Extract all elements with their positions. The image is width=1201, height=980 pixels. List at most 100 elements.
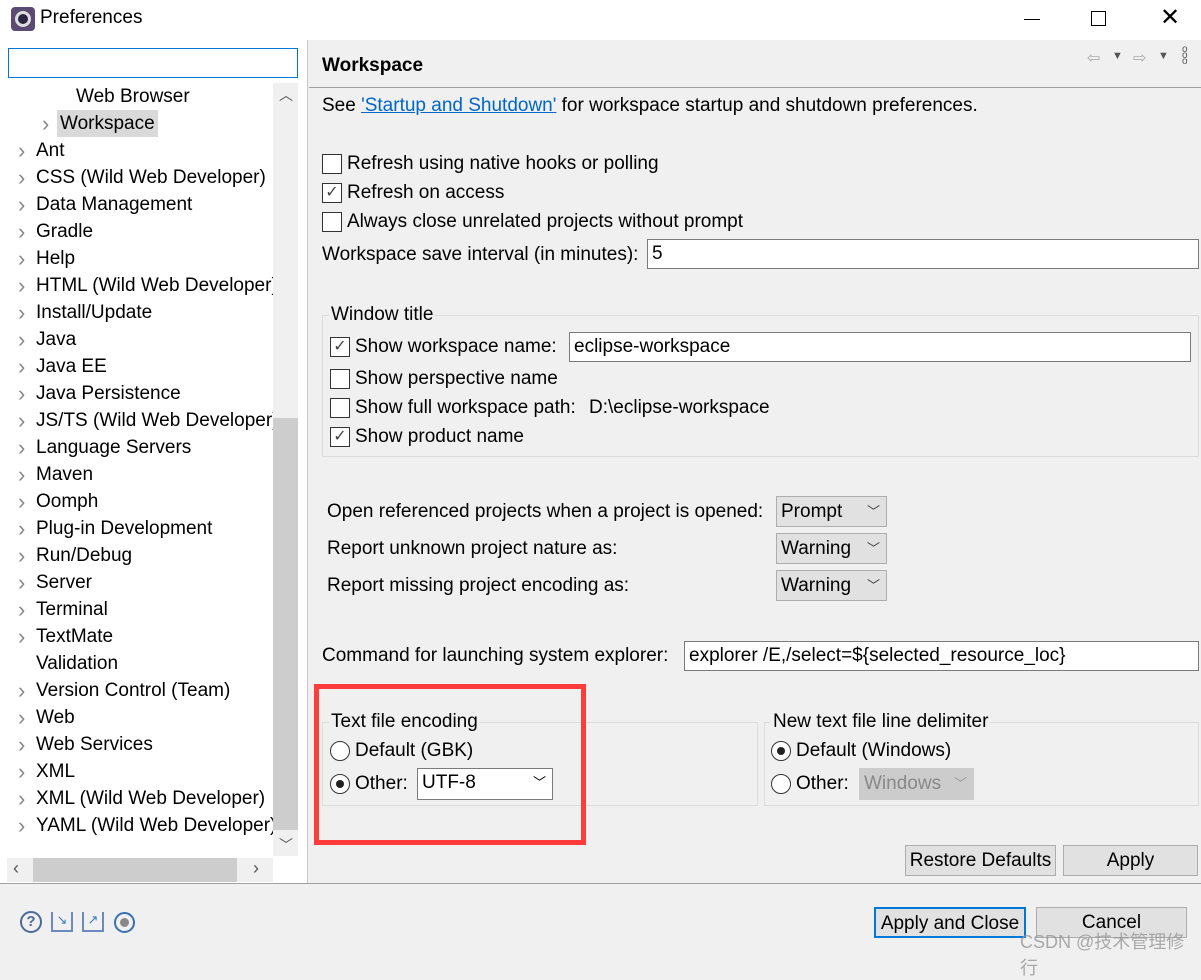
scrollbar-thumb[interactable] xyxy=(273,418,298,830)
tree-item[interactable]: › Help xyxy=(0,245,273,272)
maximize-icon[interactable] xyxy=(1091,11,1106,26)
hscrollbar-thumb[interactable] xyxy=(33,858,237,882)
expand-arrow-icon[interactable]: › xyxy=(18,515,25,542)
apply-and-close-button[interactable]: Apply and Close xyxy=(874,907,1026,938)
expand-arrow-icon[interactable]: › xyxy=(18,785,25,812)
tree-item[interactable]: › Web Services xyxy=(0,731,273,758)
show-workspace-name-checkbox[interactable]: ✓ xyxy=(330,337,350,357)
tree-item[interactable]: › Version Control (Team) xyxy=(0,677,273,704)
tree-item[interactable]: › Java EE xyxy=(0,353,273,380)
expand-arrow-icon[interactable]: › xyxy=(42,110,49,137)
delimiter-other-radio[interactable] xyxy=(771,774,791,794)
tree-item[interactable]: › Run/Debug xyxy=(0,542,273,569)
expand-arrow-icon[interactable]: › xyxy=(18,353,25,380)
expand-arrow-icon[interactable]: › xyxy=(18,164,25,191)
show-full-path-checkbox[interactable] xyxy=(330,398,350,418)
vertical-scrollbar[interactable]: ︿ ﹀ xyxy=(273,83,298,856)
forward-menu-icon[interactable]: ▼ xyxy=(1158,50,1169,62)
tree-item[interactable]: › XML xyxy=(0,758,273,785)
minimize-icon[interactable] xyxy=(1024,19,1040,20)
tree-item[interactable]: › Server xyxy=(0,569,273,596)
expand-arrow-icon[interactable]: › xyxy=(18,326,25,353)
back-menu-icon[interactable]: ▼ xyxy=(1112,50,1123,62)
expand-arrow-icon[interactable]: › xyxy=(18,137,25,164)
tree-item[interactable]: Web Browser xyxy=(0,83,273,110)
expand-arrow-icon[interactable]: › xyxy=(18,758,25,785)
unknown-nature-select[interactable]: Warning ﹀ xyxy=(776,533,887,564)
open-referenced-select[interactable]: Prompt ﹀ xyxy=(776,496,887,527)
more-options-icon[interactable]: ooo xyxy=(1182,45,1188,67)
help-icon[interactable]: ? xyxy=(20,911,42,933)
apply-button[interactable]: Apply xyxy=(1063,845,1198,876)
delimiter-default-label: Default (Windows) xyxy=(796,740,952,761)
show-product-checkbox[interactable]: ✓ xyxy=(330,427,350,447)
show-workspace-name-label: Show workspace name: xyxy=(355,336,557,357)
startup-shutdown-link[interactable]: 'Startup and Shutdown' xyxy=(361,95,556,116)
tree-item[interactable]: › Data Management xyxy=(0,191,273,218)
tree-item[interactable]: › Language Servers xyxy=(0,434,273,461)
forward-icon[interactable]: ⇨ xyxy=(1133,48,1146,68)
tree-item[interactable]: › Gradle xyxy=(0,218,273,245)
expand-arrow-icon[interactable]: › xyxy=(18,596,25,623)
tree-item[interactable]: › Ant xyxy=(0,137,273,164)
tree-item[interactable]: › YAML (Wild Web Developer) xyxy=(0,812,273,839)
expand-arrow-icon[interactable]: › xyxy=(18,299,25,326)
expand-arrow-icon[interactable]: › xyxy=(18,434,25,461)
tree-item[interactable]: › Web xyxy=(0,704,273,731)
always-close-checkbox[interactable] xyxy=(322,212,342,232)
tree-item-label: Web Browser xyxy=(76,86,190,107)
expand-arrow-icon[interactable]: › xyxy=(18,704,25,731)
tree-item[interactable]: › Oomph xyxy=(0,488,273,515)
tree-item[interactable]: › CSS (Wild Web Developer) xyxy=(0,164,273,191)
close-icon[interactable]: ✕ xyxy=(1160,4,1180,32)
explorer-cmd-label: Command for launching system explorer: xyxy=(322,645,669,666)
page-header: Workspace ⇦ ▼ ⇨ ▼ ooo xyxy=(309,42,1201,88)
expand-arrow-icon[interactable]: › xyxy=(18,245,25,272)
tree-item[interactable]: › Terminal xyxy=(0,596,273,623)
explorer-cmd-input[interactable]: explorer /E,/select=${selected_resource_… xyxy=(684,641,1199,671)
scroll-left-icon[interactable]: ‹ xyxy=(13,858,19,879)
tree-item[interactable]: › Maven xyxy=(0,461,273,488)
expand-arrow-icon[interactable]: › xyxy=(18,380,25,407)
tree-item[interactable]: › Install/Update xyxy=(0,299,273,326)
expand-arrow-icon[interactable]: › xyxy=(18,731,25,758)
tree-item[interactable]: › Java xyxy=(0,326,273,353)
tree-item[interactable]: › JS/TS (Wild Web Developer) xyxy=(0,407,273,434)
restore-defaults-button[interactable]: Restore Defaults xyxy=(905,845,1056,876)
delimiter-default-radio[interactable] xyxy=(771,741,791,761)
filter-input[interactable] xyxy=(8,48,298,78)
record-icon[interactable] xyxy=(114,912,135,933)
show-perspective-checkbox[interactable] xyxy=(330,369,350,389)
import-icon[interactable]: ↘ xyxy=(51,912,73,932)
tree-item[interactable]: › Plug-in Development xyxy=(0,515,273,542)
expand-arrow-icon[interactable]: › xyxy=(18,218,25,245)
expand-arrow-icon[interactable]: › xyxy=(18,623,25,650)
tree-item[interactable]: › Java Persistence xyxy=(0,380,273,407)
tree-item[interactable]: › TextMate xyxy=(0,623,273,650)
expand-arrow-icon[interactable]: › xyxy=(18,407,25,434)
save-interval-input[interactable]: 5 xyxy=(647,239,1199,269)
refresh-access-checkbox[interactable]: ✓ xyxy=(322,183,342,203)
scroll-right-icon[interactable]: › xyxy=(253,858,259,879)
workspace-name-input[interactable]: eclipse-workspace xyxy=(569,332,1191,362)
expand-arrow-icon[interactable]: › xyxy=(18,542,25,569)
expand-arrow-icon[interactable]: › xyxy=(18,272,25,299)
tree-item[interactable]: › XML (Wild Web Developer) xyxy=(0,785,273,812)
scroll-down-icon[interactable]: ﹀ xyxy=(279,835,293,855)
tree-item-label: Java Persistence xyxy=(36,383,181,404)
back-icon[interactable]: ⇦ xyxy=(1087,48,1100,68)
expand-arrow-icon[interactable]: › xyxy=(18,191,25,218)
scroll-up-icon[interactable]: ︿ xyxy=(279,85,293,105)
expand-arrow-icon[interactable]: › xyxy=(18,488,25,515)
expand-arrow-icon[interactable]: › xyxy=(18,569,25,596)
tree-item[interactable]: › Workspace xyxy=(0,110,273,137)
tree-item[interactable]: › HTML (Wild Web Developer) xyxy=(0,272,273,299)
expand-arrow-icon[interactable]: › xyxy=(18,461,25,488)
tree-item[interactable]: Validation xyxy=(0,650,273,677)
horizontal-scrollbar[interactable]: ‹ › xyxy=(7,858,273,882)
expand-arrow-icon[interactable]: › xyxy=(18,812,25,839)
export-icon[interactable]: ↗ xyxy=(82,912,104,932)
expand-arrow-icon[interactable]: › xyxy=(18,677,25,704)
missing-encoding-select[interactable]: Warning ﹀ xyxy=(776,570,887,601)
refresh-native-checkbox[interactable] xyxy=(322,154,342,174)
